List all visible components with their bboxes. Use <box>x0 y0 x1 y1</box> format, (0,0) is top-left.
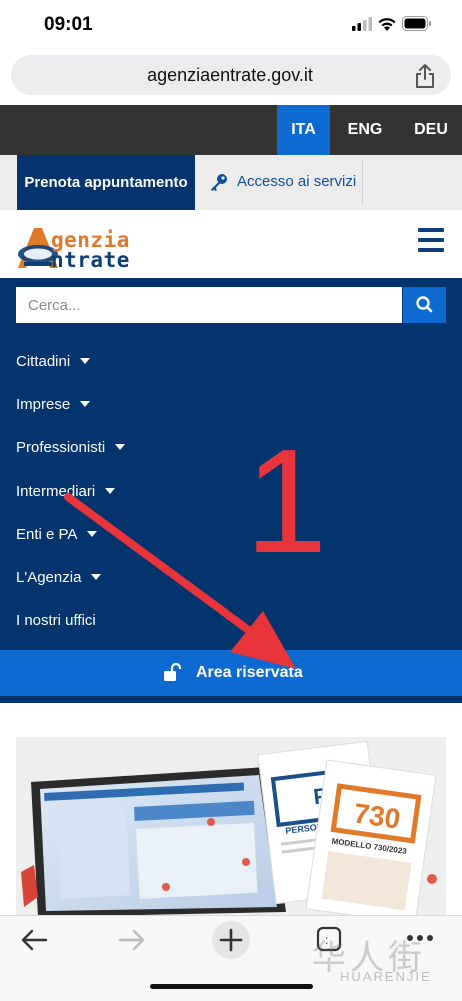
nav-item-imprese[interactable]: Imprese <box>16 395 91 415</box>
nav-item-intermediari[interactable]: Intermediari <box>16 482 116 502</box>
search-icon <box>416 296 433 313</box>
hamburger-icon[interactable] <box>418 228 444 252</box>
caret-down-icon <box>80 358 91 364</box>
url-text: agenziaentrate.gov.it <box>147 65 313 85</box>
reserved-area-label: Area riservata <box>196 664 303 681</box>
nav-item-cittadini[interactable]: Cittadini <box>16 352 91 372</box>
lang-ita[interactable]: ITA <box>277 105 330 155</box>
caret-down-icon <box>115 444 126 450</box>
key-icon <box>211 174 227 191</box>
wifi-icon <box>378 18 396 31</box>
book-appointment-button[interactable]: Prenota appuntamento <box>17 155 195 210</box>
nav-item-agenzia[interactable]: L'Agenzia <box>16 568 102 588</box>
nav-item-professionisti[interactable]: Professionisti <box>16 438 126 458</box>
logo-text-entrate: ntrate <box>51 248 130 272</box>
search-button[interactable] <box>403 287 446 323</box>
share-icon[interactable] <box>414 63 436 89</box>
caret-down-icon <box>87 531 98 537</box>
forward-icon[interactable] <box>118 928 146 952</box>
back-icon[interactable] <box>20 928 48 952</box>
status-time: 09:01 <box>44 14 93 35</box>
new-tab-icon[interactable] <box>211 920 251 960</box>
nav-item-uffici[interactable]: I nostri uffici <box>16 611 96 631</box>
divider <box>362 160 363 205</box>
caret-down-icon <box>91 574 102 580</box>
lang-eng[interactable]: ENG <box>338 105 392 155</box>
lock-icon <box>164 663 182 681</box>
home-indicator <box>150 984 313 989</box>
promo-banner-image[interactable]: PF PERSONE 730 MODELLO 730/2023 <box>16 737 446 917</box>
caret-down-icon <box>105 488 116 494</box>
access-services-link[interactable]: Accesso ai servizi <box>237 173 356 190</box>
language-bar <box>0 105 462 155</box>
svg-text:730: 730 <box>352 797 403 834</box>
watermark-subtext: HUARENJIE <box>340 969 432 984</box>
lang-deu[interactable]: DEU <box>405 105 457 155</box>
address-bar[interactable]: agenziaentrate.gov.it <box>11 55 451 95</box>
annotation-step-number: 1 <box>245 419 328 584</box>
signal-icon <box>352 17 372 31</box>
search-input[interactable] <box>16 287 402 323</box>
caret-down-icon <box>80 401 91 407</box>
battery-icon <box>402 16 431 31</box>
nav-item-enti-pa[interactable]: Enti e PA <box>16 525 98 545</box>
promo-illustration: PF PERSONE 730 MODELLO 730/2023 <box>16 737 446 917</box>
